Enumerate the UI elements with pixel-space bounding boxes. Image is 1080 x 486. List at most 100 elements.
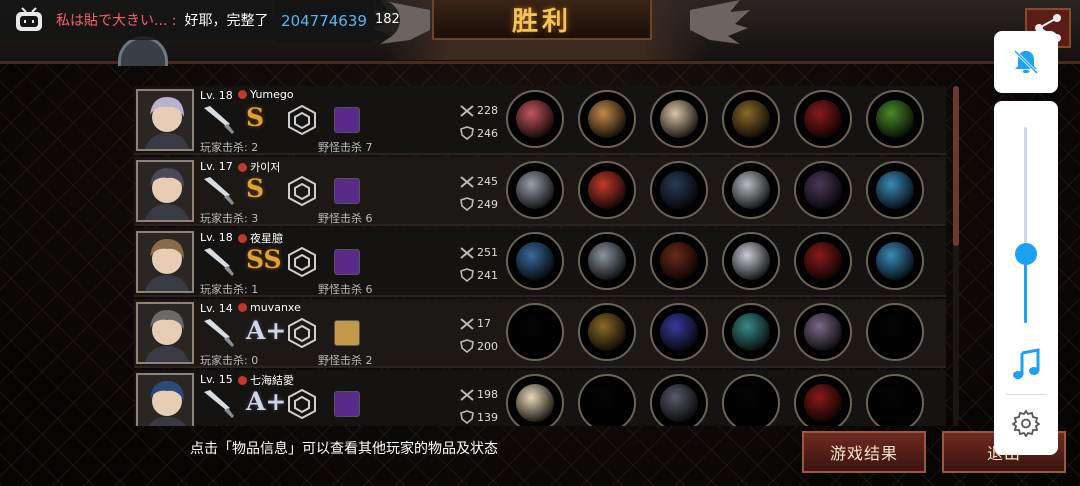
- attack-stat: 198: [460, 388, 498, 401]
- equipment-item-icon: [588, 171, 626, 209]
- player-name-text: 七海結愛: [250, 374, 294, 387]
- equipment-slot[interactable]: [722, 90, 780, 148]
- class-emblem-icon: [288, 104, 316, 136]
- equipment-item-icon: [660, 100, 698, 138]
- equipment-slot[interactable]: [506, 161, 564, 219]
- equipment-slot[interactable]: [578, 161, 636, 219]
- player-kills: 玩家击杀: 1: [200, 283, 259, 296]
- player-level: Lv. 17: [200, 160, 233, 173]
- equipment-slot[interactable]: [650, 90, 708, 148]
- equipment-slots: [506, 232, 924, 290]
- player-row[interactable]: Lv. 17 카이저 S 玩家击杀: 3 野怪击杀 6 245 249: [134, 157, 946, 226]
- equipment-item-icon: [804, 100, 842, 138]
- equipment-slot[interactable]: [866, 90, 924, 148]
- shield-icon: [460, 410, 474, 424]
- equipment-slot[interactable]: [866, 161, 924, 219]
- equipment-slot[interactable]: [722, 303, 780, 361]
- defense-stat: 139: [460, 410, 498, 424]
- music-note-icon[interactable]: [1008, 347, 1044, 383]
- player-stats-table[interactable]: Lv. 18 Yumego S 玩家击杀: 2 野怪击杀 7 228 246 L…: [134, 86, 946, 426]
- equipment-slot[interactable]: [578, 232, 636, 290]
- scrollbar-thumb[interactable]: [953, 86, 959, 246]
- player-name[interactable]: 夜星臆: [238, 230, 283, 246]
- player-name-text: 카이저: [250, 161, 281, 174]
- equipment-slot[interactable]: [722, 161, 780, 219]
- equipment-slot[interactable]: [650, 303, 708, 361]
- weapon-type-icon: [204, 319, 234, 347]
- class-emblem-icon: [288, 388, 316, 420]
- volume-slider-knob[interactable]: [1015, 243, 1037, 266]
- player-avatar[interactable]: [136, 302, 194, 364]
- rank-grade: S: [246, 103, 265, 132]
- equipment-slot[interactable]: [506, 374, 564, 426]
- equipment-slot[interactable]: [578, 303, 636, 361]
- equipment-slot[interactable]: [650, 232, 708, 290]
- danmaku-text: 好耶，完整了: [184, 13, 269, 29]
- viewer-count: 182: [375, 12, 400, 27]
- defense-stat: 246: [460, 126, 498, 140]
- settings-gear-icon[interactable]: [1012, 409, 1040, 437]
- equipment-item-icon: [876, 242, 914, 280]
- equipment-slot[interactable]: [794, 90, 852, 148]
- equipment-slots: [506, 374, 924, 426]
- equipment-slot[interactable]: [506, 303, 564, 361]
- equipment-item-icon: [516, 384, 554, 422]
- weapon-type-icon: [204, 177, 234, 205]
- equipment-item-icon: [516, 242, 554, 280]
- class-emblem-icon: [288, 246, 316, 278]
- player-avatar[interactable]: [136, 89, 194, 151]
- equipment-slot[interactable]: [722, 232, 780, 290]
- equipment-slot[interactable]: [650, 161, 708, 219]
- player-avatar[interactable]: [136, 231, 194, 293]
- equipment-item-icon: [804, 313, 842, 351]
- attack-stat: 251: [460, 246, 498, 259]
- guild-icon: [238, 303, 247, 312]
- player-row[interactable]: Lv. 18 夜星臆 SS 玩家击杀: 1 野怪击杀 6 251 241: [134, 228, 946, 297]
- equipment-slot[interactable]: [866, 303, 924, 361]
- equipment-slot[interactable]: [722, 374, 780, 426]
- weapon-type-icon: [204, 106, 234, 134]
- control-panel: [994, 101, 1058, 455]
- pet-icon: [334, 107, 360, 133]
- shield-icon: [460, 197, 474, 211]
- equipment-slot[interactable]: [866, 232, 924, 290]
- player-name[interactable]: muvanxe: [238, 301, 301, 314]
- player-name[interactable]: Yumego: [238, 88, 294, 101]
- player-name[interactable]: 카이저: [238, 159, 280, 175]
- player-row[interactable]: Lv. 14 muvanxe A+ 玩家击杀: 0 野怪击杀 2 17 200: [134, 299, 946, 368]
- player-kills: 玩家击杀: 0: [200, 354, 259, 367]
- equipment-slots: [506, 90, 924, 148]
- equipment-slot[interactable]: [650, 374, 708, 426]
- equipment-item-icon: [660, 171, 698, 209]
- pet-icon: [334, 391, 360, 417]
- equipment-slot[interactable]: [866, 374, 924, 426]
- game-result-button[interactable]: 游戏结果: [802, 431, 926, 473]
- equipment-slot[interactable]: [794, 161, 852, 219]
- guild-icon: [238, 376, 247, 385]
- equipment-slot[interactable]: [506, 232, 564, 290]
- player-level: Lv. 15: [200, 373, 233, 386]
- pet-icon: [334, 320, 360, 346]
- hint-text: 点击「物品信息」可以查看其他玩家的物品及状态: [190, 441, 498, 457]
- equipment-slot[interactable]: [506, 90, 564, 148]
- equipment-slot[interactable]: [578, 374, 636, 426]
- class-emblem-icon: [288, 175, 316, 207]
- equipment-item-icon: [876, 313, 914, 351]
- equipment-slot[interactable]: [794, 232, 852, 290]
- monster-kills: 野怪击杀 6: [318, 283, 373, 296]
- player-name[interactable]: 七海結愛: [238, 372, 294, 388]
- equipment-item-icon: [516, 313, 554, 351]
- player-row[interactable]: Lv. 15 七海結愛 A+ 玩家击杀: 野怪击杀 198 139: [134, 370, 946, 426]
- player-avatar[interactable]: [136, 160, 194, 222]
- equipment-slot[interactable]: [794, 374, 852, 426]
- weapon-type-icon: [204, 390, 234, 418]
- player-avatar[interactable]: [136, 373, 194, 426]
- equipment-item-icon: [804, 242, 842, 280]
- equipment-slot[interactable]: [794, 303, 852, 361]
- player-row[interactable]: Lv. 18 Yumego S 玩家击杀: 2 野怪击杀 7 228 246: [134, 86, 946, 155]
- equipment-item-icon: [804, 384, 842, 422]
- mute-danmaku-button[interactable]: [994, 31, 1058, 93]
- stream-id-box[interactable]: 204774639: [274, 0, 374, 42]
- player-level: Lv. 18: [200, 89, 233, 102]
- equipment-slot[interactable]: [578, 90, 636, 148]
